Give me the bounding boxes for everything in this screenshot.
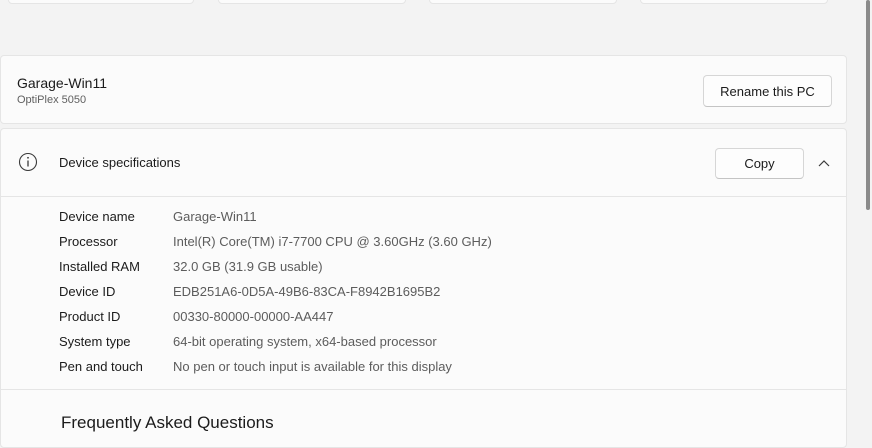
device-specifications-header[interactable]: Device specifications Copy — [1, 129, 846, 197]
top-card-2[interactable] — [218, 0, 406, 4]
device-specifications-card: Device specifications Copy Device name G… — [0, 128, 847, 448]
device-specifications-title: Device specifications — [59, 155, 181, 170]
spec-label-device-name: Device name — [59, 209, 135, 224]
chevron-up-icon[interactable] — [812, 153, 836, 173]
faq-title: Frequently Asked Questions — [61, 413, 274, 432]
spec-value-processor: Intel(R) Core(TM) i7-7700 CPU @ 3.60GHz … — [173, 234, 492, 249]
spec-value-product-id: 00330-80000-00000-AA447 — [173, 309, 334, 324]
top-card-4[interactable] — [640, 0, 828, 4]
info-icon — [18, 152, 38, 172]
pc-model: OptiPlex 5050 — [17, 94, 87, 106]
spec-value-system-type: 64-bit operating system, x64-based proce… — [173, 334, 437, 349]
spec-value-device-name: Garage-Win11 — [173, 209, 257, 224]
pc-name-card: Garage-Win11 OptiPlex 5050 Rename this P… — [0, 55, 847, 124]
spec-label-device-id: Device ID — [59, 284, 116, 299]
spec-label-installed-ram: Installed RAM — [59, 259, 140, 274]
spec-label-system-type: System type — [59, 334, 131, 349]
top-card-1[interactable] — [8, 0, 194, 4]
spec-label-processor: Processor — [59, 234, 118, 249]
copy-button[interactable]: Copy — [715, 148, 804, 179]
spec-label-product-id: Product ID — [59, 309, 121, 324]
spec-value-installed-ram: 32.0 GB (31.9 GB usable) — [173, 259, 323, 274]
scrollbar-thumb[interactable] — [866, 0, 870, 210]
spec-value-pen-and-touch: No pen or touch input is available for t… — [173, 359, 452, 374]
section-divider — [1, 389, 846, 390]
top-cards-row — [0, 0, 848, 8]
top-card-3[interactable] — [429, 0, 617, 4]
spec-label-pen-and-touch: Pen and touch — [59, 359, 143, 374]
rename-pc-button[interactable]: Rename this PC — [703, 75, 832, 107]
pc-name: Garage-Win11 — [17, 75, 108, 91]
spec-value-device-id: EDB251A6-0D5A-49B6-83CA-F8942B1695B2 — [173, 284, 441, 299]
